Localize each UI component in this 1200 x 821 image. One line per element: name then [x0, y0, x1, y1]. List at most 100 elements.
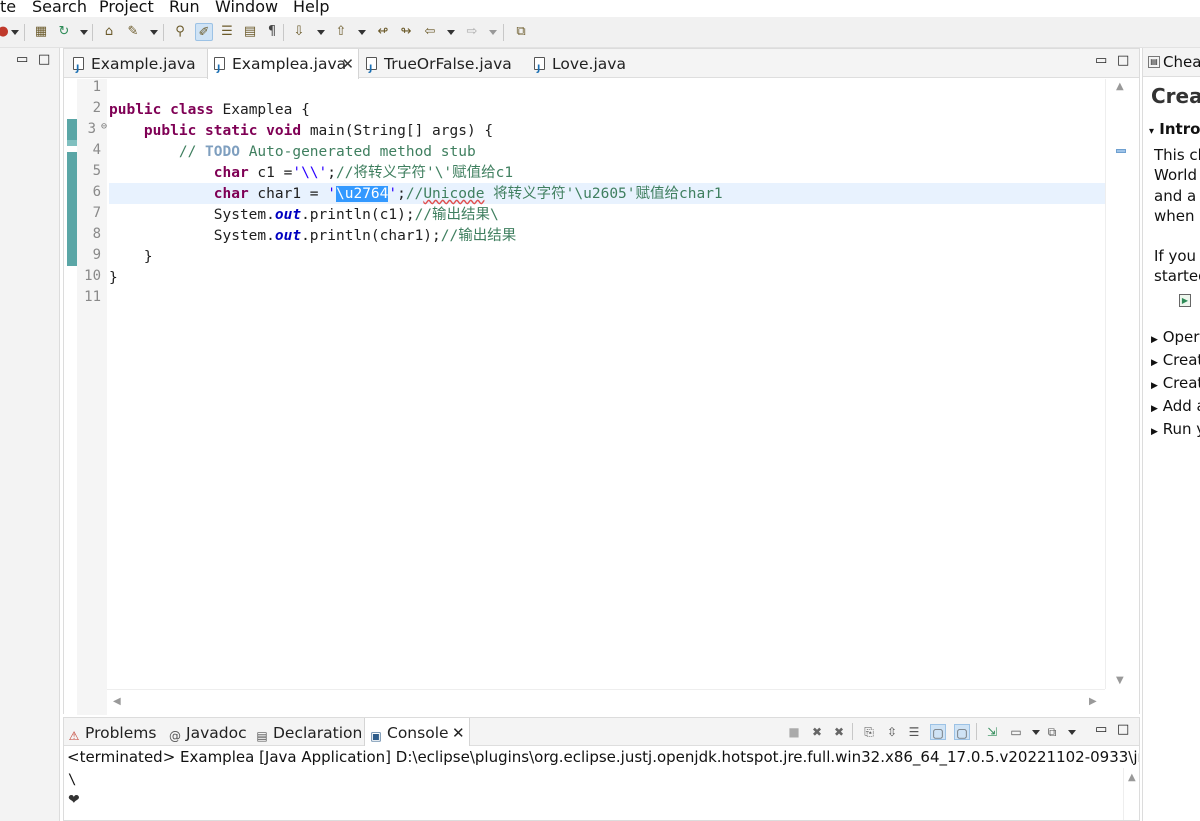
- toolbar-separator: [976, 723, 977, 740]
- cheatsheet-text: This ch: [1154, 146, 1200, 164]
- console-tab-bar: ⚠ Problems @ Javadoc ▤ Declaration ▣ Console…: [64, 718, 1139, 746]
- console-panel: ⚠ Problems @ Javadoc ▤ Declaration ▣ Console…: [63, 717, 1140, 821]
- tab-declaration[interactable]: ▤ Declaration: [255, 718, 362, 746]
- dropdown-arrow-icon[interactable]: [150, 30, 158, 35]
- forward-edit-icon[interactable]: ↬: [397, 23, 415, 41]
- cheatsheet-step[interactable]: ▶ Add a: [1151, 397, 1200, 415]
- horizontal-scrollbar[interactable]: ◀ ▶: [107, 689, 1105, 715]
- close-tab-icon[interactable]: ✕: [452, 718, 465, 748]
- dropdown-arrow-icon[interactable]: [317, 30, 325, 35]
- tab-example-java[interactable]: Example.java: [67, 49, 207, 84]
- minimize-icon[interactable]: ▭: [1095, 53, 1107, 68]
- minimize-icon[interactable]: ▭: [1095, 722, 1107, 737]
- terminate-icon[interactable]: ■: [786, 724, 802, 740]
- show-on-output-icon[interactable]: ▢: [930, 724, 946, 740]
- show-whitespace-icon[interactable]: ¶: [263, 23, 281, 41]
- vertical-scrollbar[interactable]: ▲ ▼: [1105, 79, 1139, 689]
- next-annotation-icon[interactable]: ⇩: [290, 23, 308, 41]
- minimize-icon[interactable]: ▭: [16, 52, 28, 67]
- code-line: }: [109, 270, 118, 286]
- tab-cheatsheet[interactable]: Chea: [1163, 53, 1200, 71]
- main-toolbar: ● ▦ ↻ ⌂ ✎ ⚲ ✐ ☰ ▤ ¶ ⇩ ⇧ ↫ ↬ ⇦ ⇨ ⧉: [0, 17, 1200, 48]
- code-text[interactable]: public class Examplea { public static vo…: [109, 79, 1105, 689]
- dropdown-arrow-icon[interactable]: [358, 30, 366, 35]
- code-editor: Example.java Examplea.java ✕ TrueOrFalse…: [63, 48, 1140, 715]
- perform-step-icon[interactable]: ▶: [1179, 294, 1191, 307]
- tab-console[interactable]: ▣ Console ✕: [364, 718, 470, 746]
- tab-examplea-java[interactable]: Examplea.java ✕: [207, 49, 359, 84]
- search-icon[interactable]: ⚲: [171, 23, 189, 41]
- last-edit-icon[interactable]: ↫: [374, 23, 392, 41]
- previous-annotation-icon[interactable]: ⇧: [332, 23, 350, 41]
- maximize-icon[interactable]: □: [1117, 53, 1129, 68]
- line-number: 3: [87, 121, 96, 137]
- overview-marker[interactable]: [1116, 149, 1126, 153]
- tab-problems[interactable]: ⚠ Problems: [67, 718, 157, 746]
- scroll-up-icon[interactable]: ▲: [1128, 772, 1136, 783]
- code-line: // TODO Auto-generated method stub: [178, 144, 476, 160]
- show-on-error-icon[interactable]: ▢: [954, 724, 970, 740]
- code-area[interactable]: 1 2 3 ⊖ 4 5 6 7 8 9 10 11 public class E…: [64, 79, 1139, 715]
- toggle-mark-occurrences-icon[interactable]: ✐: [195, 23, 213, 41]
- maximize-icon[interactable]: □: [1117, 722, 1129, 737]
- tab-love-java[interactable]: Love.java: [528, 49, 648, 84]
- fold-collapse-icon[interactable]: ⊖: [97, 121, 107, 132]
- cheatsheet-section[interactable]: ▾ Intro: [1149, 120, 1200, 138]
- menu-item-search[interactable]: Search: [32, 0, 87, 16]
- line-number: 5: [92, 163, 101, 179]
- back-icon[interactable]: ⇦: [421, 23, 439, 41]
- forward-icon[interactable]: ⇨: [463, 23, 481, 41]
- cheatsheet-step[interactable]: ▶ Oper: [1151, 328, 1199, 346]
- maximize-icon[interactable]: □: [38, 52, 50, 67]
- scroll-right-icon[interactable]: ▶: [1089, 696, 1097, 707]
- block-selection-icon[interactable]: ▤: [241, 23, 259, 41]
- dropdown-arrow-icon[interactable]: [1032, 730, 1040, 735]
- cheatsheet-step[interactable]: ▶ Creat: [1151, 351, 1200, 369]
- toolbar-separator: [283, 24, 284, 41]
- problems-icon: ⚠: [68, 729, 80, 743]
- copy-icon[interactable]: ⎘: [861, 724, 877, 740]
- scroll-lock-icon[interactable]: ⇳: [884, 724, 900, 740]
- display-console-icon[interactable]: ▭: [1008, 724, 1024, 740]
- package-icon[interactable]: ▦: [32, 23, 50, 41]
- word-wrap-icon[interactable]: ☰: [218, 23, 236, 41]
- open-perspective-icon[interactable]: ⧉: [512, 23, 530, 41]
- code-line: public static void main(String[] args) {: [143, 123, 494, 139]
- tab-trueorfalse-java[interactable]: TrueOrFalse.java: [360, 49, 528, 84]
- dropdown-arrow-icon[interactable]: [1068, 730, 1076, 735]
- remove-all-launches-icon[interactable]: ✖: [831, 724, 847, 740]
- toolbar-separator: [92, 24, 93, 41]
- cheatsheet-step[interactable]: ▶ Run y: [1151, 420, 1200, 438]
- close-tab-icon[interactable]: ✕: [341, 49, 354, 79]
- line-number: 8: [92, 226, 101, 242]
- pin-console-icon[interactable]: ⇲: [984, 724, 1000, 740]
- scroll-left-icon[interactable]: ◀: [113, 696, 121, 707]
- menu-item-run[interactable]: Run: [169, 0, 200, 16]
- menu-item-partial[interactable]: te: [0, 0, 16, 16]
- dropdown-arrow-icon[interactable]: [447, 30, 455, 35]
- menu-item-window[interactable]: Window: [215, 0, 278, 16]
- open-type-icon[interactable]: ⌂: [100, 23, 118, 41]
- cheatsheet-text: started: [1154, 267, 1200, 285]
- tasks-icon[interactable]: ✎: [124, 23, 142, 41]
- dropdown-arrow-icon[interactable]: [11, 30, 19, 35]
- tab-javadoc[interactable]: @ Javadoc: [168, 718, 247, 746]
- console-output-line: \: [68, 772, 77, 788]
- java-file-icon: [214, 54, 225, 84]
- dropdown-arrow-icon[interactable]: [489, 30, 497, 35]
- open-console-icon[interactable]: ⧉: [1044, 724, 1060, 740]
- scroll-up-icon[interactable]: ▲: [1116, 81, 1124, 92]
- word-wrap-icon[interactable]: ☰: [906, 724, 922, 740]
- line-number: 1: [92, 79, 101, 95]
- editor-tab-bar: Example.java Examplea.java ✕ TrueOrFalse…: [64, 49, 1139, 84]
- remove-launch-icon[interactable]: ✖: [809, 724, 825, 740]
- scroll-down-icon[interactable]: ▼: [1116, 675, 1124, 686]
- dropdown-arrow-icon[interactable]: [80, 30, 88, 35]
- run-icon[interactable]: ↻: [55, 23, 73, 41]
- console-scrollbar[interactable]: ▲: [1123, 768, 1139, 820]
- cheatsheet-step[interactable]: ▶ Creat: [1151, 374, 1200, 392]
- javadoc-icon: @: [169, 729, 181, 743]
- cheatsheet-text: and a .: [1154, 187, 1200, 205]
- menu-item-project[interactable]: Project: [99, 0, 154, 16]
- menu-item-help[interactable]: Help: [293, 0, 329, 16]
